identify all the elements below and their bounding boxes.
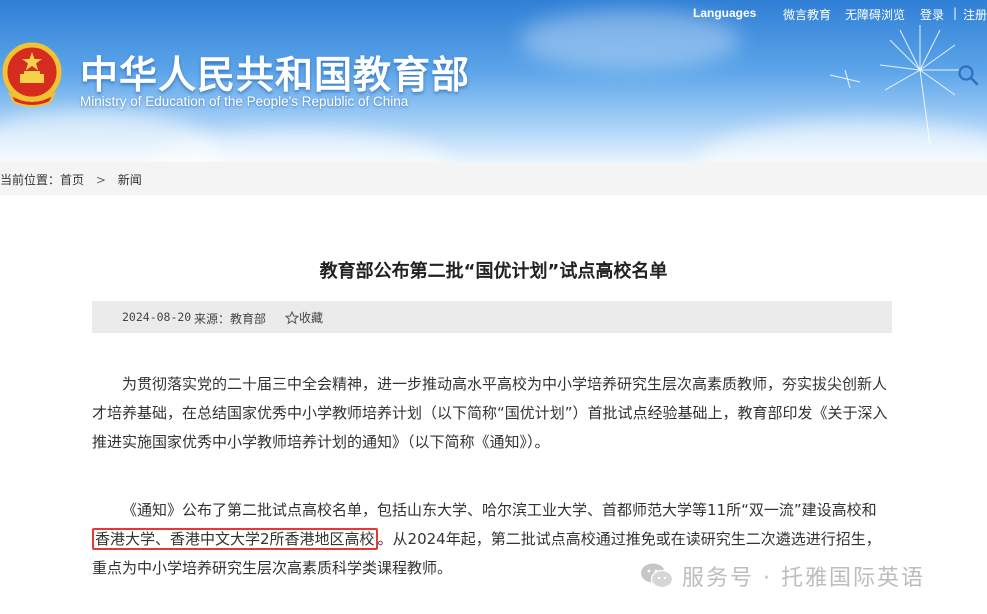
breadcrumb: 当前位置：首页 > 新闻 bbox=[0, 171, 142, 188]
article-paragraph-1: 为贯彻落实党的二十届三中全会精神，进一步推动高水平高校为中小学培养研究生层次高素… bbox=[92, 375, 888, 451]
site-header: Languages 微言教育 无障碍浏览 登录 | 注册 中华人民共和国教育部 … bbox=[0, 0, 987, 162]
register-link[interactable]: 注册 bbox=[963, 6, 987, 23]
favorite-label: 收藏 bbox=[299, 311, 324, 325]
search-icon[interactable] bbox=[957, 64, 979, 86]
national-emblem-icon bbox=[2, 42, 62, 107]
site-subtitle: Ministry of Education of the People's Re… bbox=[80, 94, 409, 109]
highlighted-universities: 香港大学、香港中文大学2所香港地区高校 bbox=[92, 528, 378, 550]
link-separator: | bbox=[953, 6, 958, 20]
site-title[interactable]: 中华人民共和国教育部 bbox=[80, 44, 470, 99]
languages-link[interactable]: Languages bbox=[693, 6, 756, 20]
weiyan-link[interactable]: 微言教育 bbox=[783, 6, 831, 23]
accessibility-link[interactable]: 无障碍浏览 bbox=[845, 6, 905, 23]
favorite-button[interactable]: 收藏 bbox=[285, 309, 323, 326]
paragraph-2-text: 《通知》公布了第二批试点高校名单，包括山东大学、哈尔滨工业大学、首都师范大学等1… bbox=[122, 501, 877, 519]
article-title: 教育部公布第二批“国优计划”试点高校名单 bbox=[319, 261, 668, 282]
wechat-icon bbox=[641, 563, 674, 589]
wechat-watermark: 服务号 · 托雅国际英语 bbox=[640, 560, 925, 592]
watermark-text: 服务号 · 托雅国际英语 bbox=[682, 566, 925, 591]
article-meta-bar: 2024-08-20 来源：教育部 收藏 bbox=[92, 301, 892, 333]
breadcrumb-home[interactable]: 首页 bbox=[60, 171, 84, 188]
breadcrumb-current[interactable]: 新闻 bbox=[118, 171, 142, 188]
breadcrumb-prefix: 当前位置： bbox=[0, 173, 61, 187]
publish-date: 2024-08-20 bbox=[122, 310, 192, 324]
star-icon bbox=[285, 310, 299, 324]
article-source: 来源：教育部 bbox=[194, 312, 267, 326]
breadcrumb-separator: > bbox=[95, 173, 106, 187]
login-link[interactable]: 登录 bbox=[920, 6, 944, 23]
article-container: 教育部公布第二批“国优计划”试点高校名单 2024-08-20 来源：教育部 收… bbox=[0, 195, 987, 614]
dandelion-decoration bbox=[829, 25, 960, 146]
